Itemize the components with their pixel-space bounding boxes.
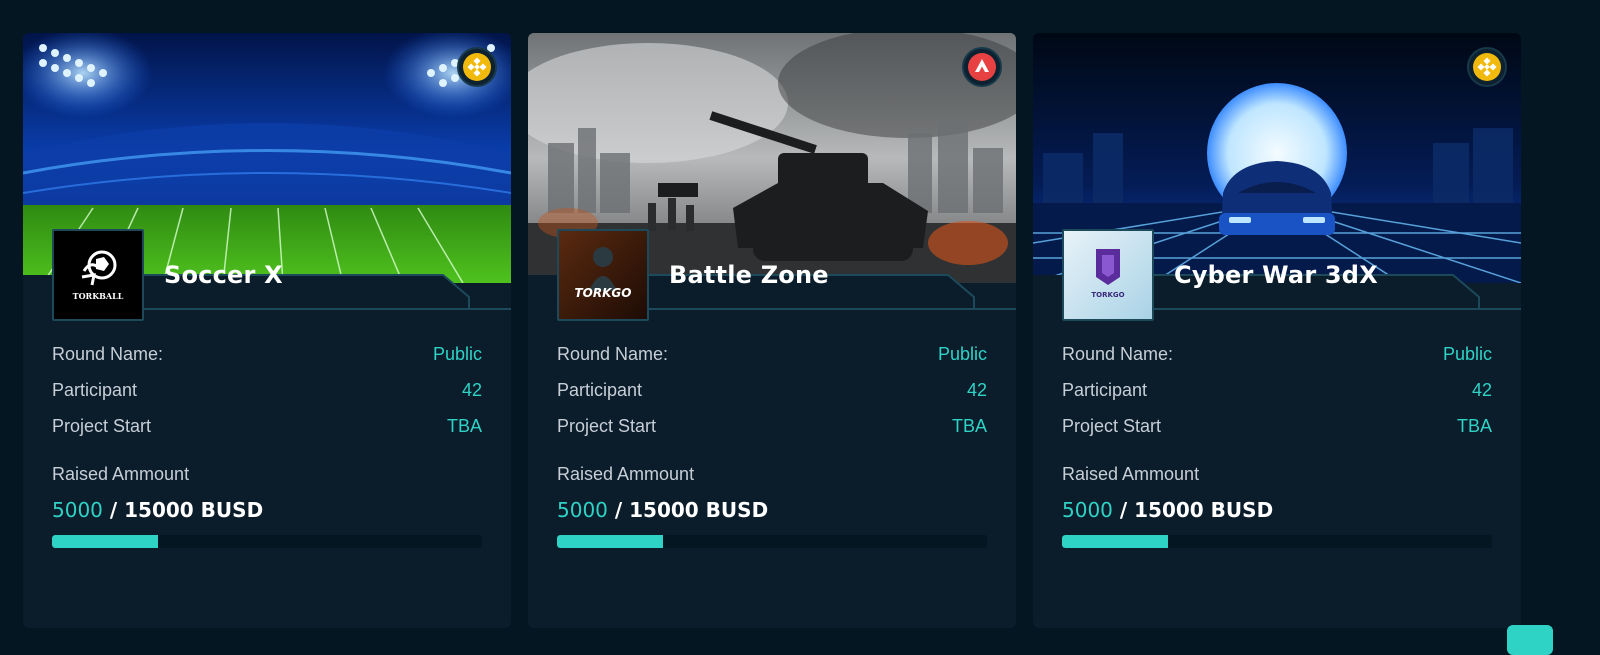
raise-progress-fill bbox=[52, 535, 159, 548]
raised-amount-value: 5000 / 15000 BUSD bbox=[557, 498, 768, 522]
raise-progress-bar bbox=[52, 535, 482, 548]
project-start-value: TBA bbox=[446, 416, 482, 436]
logo-text: TORKGO bbox=[575, 286, 632, 300]
project-logo: TORKBALL bbox=[52, 229, 144, 321]
raised-current: 5000 bbox=[1062, 498, 1113, 522]
raised-current: 5000 bbox=[557, 498, 608, 522]
round-row: Round Name: Public bbox=[1062, 344, 1492, 365]
project-start-label: Project Start bbox=[557, 416, 657, 436]
raised-amount-label: Raised Ammount bbox=[52, 464, 190, 484]
participant-value: 42 bbox=[461, 380, 482, 400]
project-card-soccer-x[interactable]: TORKBALL Soccer X Round Name: Public Par… bbox=[23, 33, 511, 628]
participant-value: 42 bbox=[1471, 380, 1492, 400]
project-title[interactable]: Battle Zone bbox=[669, 261, 829, 289]
raise-progress-bar bbox=[557, 535, 987, 548]
round-value: Public bbox=[432, 344, 482, 364]
round-value: Public bbox=[1442, 344, 1492, 364]
scroll-to-top-button[interactable] bbox=[1507, 625, 1553, 655]
raised-total: / 15000 BUSD bbox=[1112, 498, 1274, 522]
participant-row: Participant 42 bbox=[557, 380, 987, 401]
round-label: Round Name: bbox=[1062, 344, 1174, 364]
project-start-value: TBA bbox=[951, 416, 987, 436]
raise-progress-fill bbox=[557, 535, 664, 548]
raise-progress-fill bbox=[1062, 535, 1169, 548]
project-card-battle-zone[interactable]: TORKGO Battle Zone Round Name: Public Pa… bbox=[528, 33, 1016, 628]
raised-current: 5000 bbox=[52, 498, 103, 522]
raised-amount-label: Raised Ammount bbox=[557, 464, 695, 484]
project-logo: TORKGO bbox=[557, 229, 649, 321]
project-start-row: Project Start TBA bbox=[1062, 416, 1492, 437]
round-row: Round Name: Public bbox=[557, 344, 987, 365]
project-start-value: TBA bbox=[1456, 416, 1492, 436]
round-label: Round Name: bbox=[557, 344, 669, 364]
project-start-row: Project Start TBA bbox=[557, 416, 987, 437]
participant-label: Participant bbox=[52, 380, 138, 400]
logo-text: TORKGO bbox=[1091, 291, 1124, 299]
participant-value: 42 bbox=[966, 380, 987, 400]
raised-total: / 15000 BUSD bbox=[102, 498, 264, 522]
raise-progress-bar bbox=[1062, 535, 1492, 548]
project-logo: TORKGO bbox=[1062, 229, 1154, 321]
logo-text: TORKBALL bbox=[73, 291, 124, 301]
participant-label: Participant bbox=[557, 380, 643, 400]
round-label: Round Name: bbox=[52, 344, 164, 364]
binance-coin-icon bbox=[457, 47, 497, 87]
raised-amount-label: Raised Ammount bbox=[1062, 464, 1200, 484]
round-value: Public bbox=[937, 344, 987, 364]
participant-label: Participant bbox=[1062, 380, 1148, 400]
project-title[interactable]: Cyber War 3dX bbox=[1174, 261, 1378, 289]
binance-coin-icon bbox=[1467, 47, 1507, 87]
project-start-label: Project Start bbox=[1062, 416, 1162, 436]
raised-total: / 15000 BUSD bbox=[607, 498, 769, 522]
avalanche-icon bbox=[962, 47, 1002, 87]
project-title[interactable]: Soccer X bbox=[164, 261, 283, 289]
project-start-label: Project Start bbox=[52, 416, 152, 436]
round-row: Round Name: Public bbox=[52, 344, 482, 365]
participant-row: Participant 42 bbox=[52, 380, 482, 401]
raised-amount-value: 5000 / 15000 BUSD bbox=[52, 498, 263, 522]
participant-row: Participant 42 bbox=[1062, 380, 1492, 401]
project-start-row: Project Start TBA bbox=[52, 416, 482, 437]
raised-amount-value: 5000 / 15000 BUSD bbox=[1062, 498, 1273, 522]
project-card-cyber-war-3dx[interactable]: TORKGO Cyber War 3dX Round Name: Public … bbox=[1033, 33, 1521, 628]
